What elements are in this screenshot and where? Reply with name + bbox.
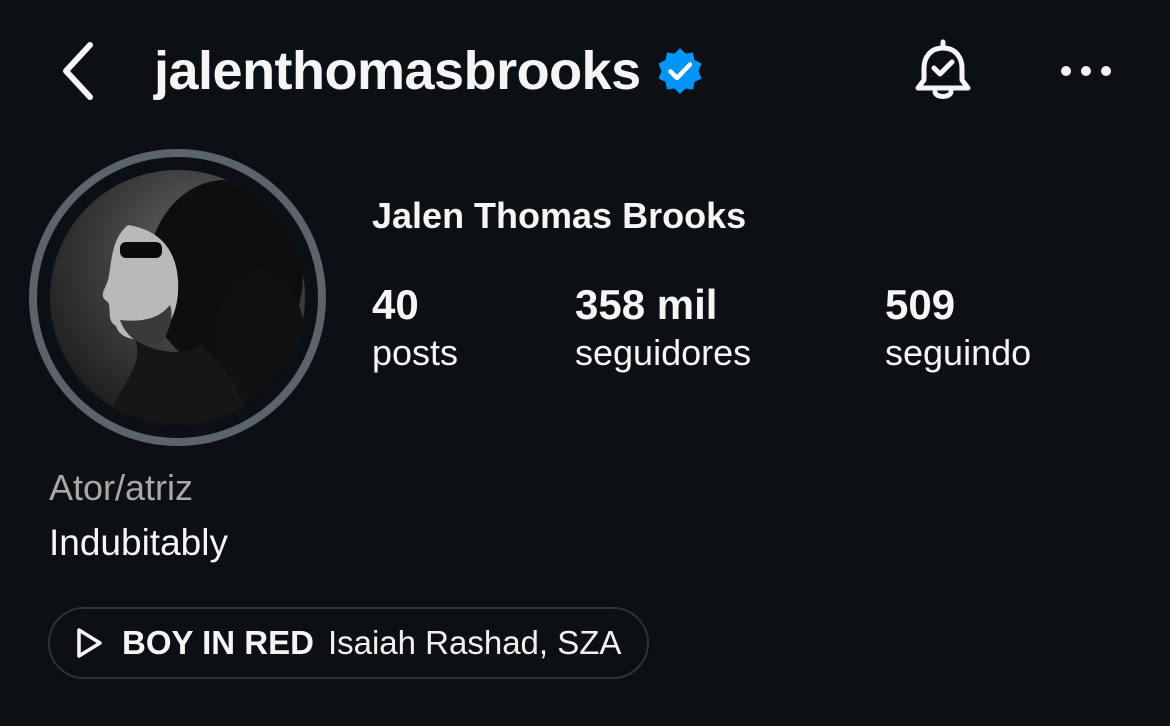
username: jalenthomasbrooks [154,41,641,101]
play-icon [77,628,102,658]
chevron-left-icon [63,42,93,100]
stat-label: posts [372,332,459,373]
profile-bio: Indubitably [49,522,228,563]
profile-page: jalenthomasbrooks Jalen Thomas Brooks 40… [0,0,1170,726]
stat-value: 40 [372,281,419,328]
stat-followers[interactable]: 358 mil seguidores [575,280,751,376]
more-options-button[interactable] [1056,46,1116,96]
more-horizontal-icon [1061,66,1111,76]
avatar-photo [50,170,305,425]
notifications-button[interactable] [908,36,978,106]
song-title: BOY IN RED [122,624,314,661]
display-name: Jalen Thomas Brooks [372,195,747,236]
stat-label: seguindo [885,332,1032,373]
stat-label: seguidores [575,332,752,373]
back-button[interactable] [58,36,118,106]
stat-following[interactable]: 509 seguindo [885,280,1031,376]
song-artist: Isaiah Rashad, SZA [327,624,622,661]
stat-value: 358 mil [575,281,718,328]
profile-avatar[interactable] [29,149,326,446]
stat-posts[interactable]: 40 posts [372,280,458,376]
avatar-silhouette [102,180,305,425]
bell-check-icon [915,39,971,99]
profile-music-button[interactable]: BOY IN RED Isaiah Rashad, SZA [48,607,650,679]
verified-badge-icon [658,48,702,94]
profile-category: Ator/atriz [49,467,194,508]
profile-header-title: jalenthomasbrooks [154,38,705,104]
stat-value: 509 [885,281,956,328]
